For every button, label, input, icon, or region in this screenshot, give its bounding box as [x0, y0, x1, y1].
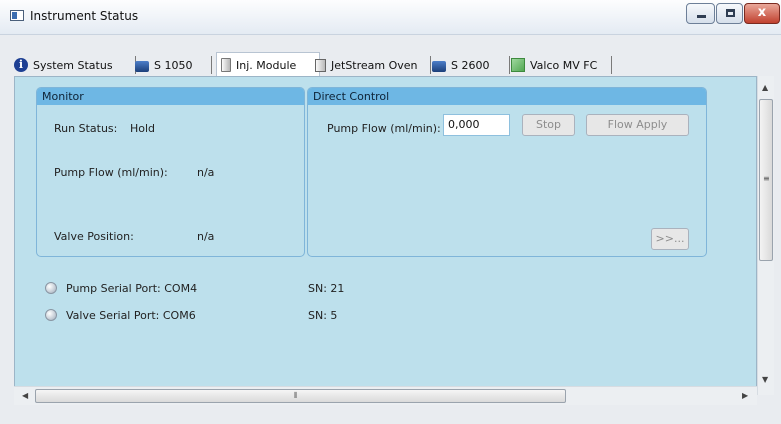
flow-apply-button[interactable]: Flow Apply [586, 114, 689, 136]
valco-icon [511, 58, 525, 72]
tab-label: JetStream Oven [331, 58, 418, 72]
tab-separator [611, 56, 612, 74]
column-icon [221, 58, 231, 72]
monitor-title: Monitor [37, 88, 304, 105]
valve-position-value: n/a [197, 230, 215, 243]
tab-inj-module[interactable]: Inj. Module [216, 52, 320, 77]
direct-control-title: Direct Control [308, 88, 706, 105]
scroll-up-icon[interactable]: ▲ [762, 83, 768, 92]
valve-serial-number: SN: 5 [308, 309, 338, 322]
window-title: Instrument Status [30, 9, 139, 23]
pump-port-status-led [45, 282, 57, 294]
pump-flow-input[interactable]: 0,000 [443, 114, 510, 136]
pump-serial-number: SN: 21 [308, 282, 345, 295]
horizontal-scroll-thumb[interactable]: ⦀ [35, 389, 566, 403]
close-button[interactable]: x [744, 3, 780, 24]
more-button[interactable]: >>... [651, 228, 689, 250]
pump-flow-label: Pump Flow (ml/min): [54, 166, 168, 179]
close-icon: x [757, 5, 767, 20]
tab-label: Inj. Module [236, 58, 297, 72]
run-status-value: Hold [130, 122, 156, 135]
valve-position-label: Valve Position: [54, 230, 134, 243]
stop-button[interactable]: Stop [522, 114, 575, 136]
direct-control-group: Direct Control Pump Flow (ml/min): 0,000… [307, 87, 707, 257]
inj-module-panel: Monitor Run Status: Hold Pump Flow (ml/m… [14, 76, 757, 395]
tab-label: System Status [33, 58, 113, 72]
device-icon [432, 60, 446, 72]
scroll-right-icon[interactable]: ▶ [742, 391, 748, 400]
pump-flow-label: Pump Flow (ml/min): [327, 122, 441, 135]
tab-s2600[interactable]: S 2600 [432, 54, 510, 76]
monitor-group: Monitor Run Status: Hold Pump Flow (ml/m… [36, 87, 305, 257]
vertical-scrollbar[interactable]: ▲ ≡ ▼ [757, 76, 774, 395]
minimize-button[interactable] [686, 3, 715, 24]
tab-separator [509, 56, 510, 74]
tab-label: S 1050 [154, 58, 193, 72]
tab-s1050[interactable]: S 1050 [135, 54, 212, 76]
info-icon: i [14, 58, 28, 72]
scroll-left-icon[interactable]: ◀ [22, 391, 28, 400]
oven-icon [315, 58, 326, 72]
pump-serial-port-label: Pump Serial Port: COM4 [66, 282, 198, 295]
vertical-scroll-thumb[interactable]: ≡ [759, 99, 773, 261]
tab-system-status[interactable]: i System Status [14, 54, 136, 76]
maximize-button[interactable] [716, 3, 743, 24]
valve-serial-port-label: Valve Serial Port: COM6 [66, 309, 196, 322]
horizontal-scrollbar[interactable]: ◀ ⦀ ▶ [14, 386, 757, 405]
run-status-label: Run Status: [54, 122, 118, 135]
tab-jetstream-oven[interactable]: JetStream Oven [315, 54, 431, 76]
window-icon [10, 10, 24, 21]
tab-label: S 2600 [451, 58, 490, 72]
instrument-status-window: Instrument Status x i System Status S 10… [0, 0, 781, 424]
maximize-icon [726, 9, 735, 17]
title-bar[interactable]: Instrument Status x [0, 0, 781, 35]
tab-separator [211, 56, 212, 74]
device-icon [135, 60, 149, 72]
grip-icon: ⦀ [294, 391, 298, 400]
minimize-icon [697, 15, 706, 18]
scroll-down-icon[interactable]: ▼ [762, 375, 768, 384]
tab-separator [430, 56, 431, 74]
pump-flow-value: n/a [197, 166, 215, 179]
tab-label: Valco MV FC [530, 58, 598, 72]
grip-icon: ≡ [763, 174, 770, 183]
valve-port-status-led [45, 309, 57, 321]
tab-valco-mv-fc[interactable]: Valco MV FC [511, 54, 612, 76]
